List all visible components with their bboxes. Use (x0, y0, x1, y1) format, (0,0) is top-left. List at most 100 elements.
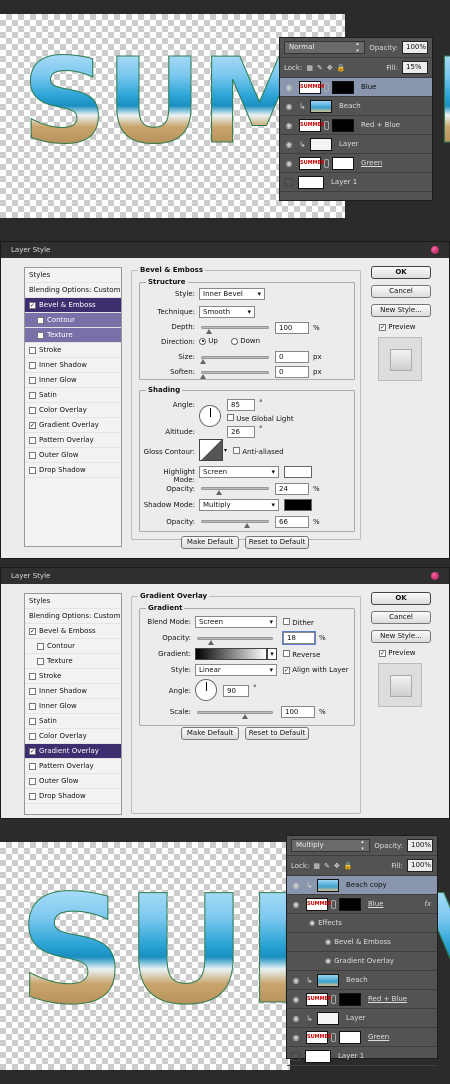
lock-move-icon[interactable]: ✥ (334, 862, 340, 870)
visibility-eye-icon[interactable]: ◉ (289, 992, 303, 1006)
shadow-mode-select[interactable]: Multiply (199, 499, 279, 511)
checkbox-icon[interactable] (37, 316, 44, 324)
checkbox-icon[interactable] (29, 376, 36, 384)
checkbox-icon[interactable] (283, 618, 290, 625)
angle-input[interactable]: 90 (223, 685, 249, 697)
angle-dial[interactable] (199, 405, 221, 427)
technique-select[interactable]: Smooth (199, 306, 255, 318)
layer-row-green[interactable]: ◉ SUMMER Green (287, 1028, 437, 1047)
checkbox-icon[interactable] (29, 762, 36, 770)
reset-to-default-button[interactable]: Reset to Default (245, 727, 309, 740)
slider-knob[interactable] (200, 374, 206, 379)
cancel-button[interactable]: Cancel (371, 611, 431, 624)
layer-row-beach[interactable]: ◉ ↳ Beach (280, 97, 432, 116)
checkbox-checked-icon[interactable]: ✓ (29, 301, 36, 309)
highlight-mode-select[interactable]: Screen (199, 466, 279, 478)
layer-row-beach[interactable]: ◉ ↳ Beach (287, 971, 437, 990)
direction-down-option[interactable]: Down (231, 337, 260, 345)
style-item-bevel-emboss[interactable]: ✓ Bevel & Emboss (25, 298, 121, 313)
layer-row-beach-copy[interactable]: ◉ ↳ Beach copy (287, 876, 437, 895)
style-item-gradient-overlay[interactable]: ✓ Gradient Overlay (25, 744, 121, 759)
checkbox-icon[interactable] (29, 406, 36, 414)
style-item-satin[interactable]: Satin (25, 714, 121, 729)
angle-dial[interactable] (195, 679, 217, 701)
visibility-eye-icon[interactable]: ◉ (282, 156, 296, 170)
checkbox-checked-icon[interactable]: ✓ (283, 667, 290, 674)
opacity-slider[interactable] (197, 637, 273, 645)
scale-input[interactable]: 100 (281, 706, 315, 718)
slider-knob[interactable] (242, 714, 248, 719)
slider-knob[interactable] (208, 640, 214, 645)
style-item-pattern-overlay[interactable]: Pattern Overlay (25, 433, 121, 448)
preview-option[interactable]: ✓ Preview (379, 649, 415, 657)
anti-aliased-option[interactable]: Anti-aliased (233, 447, 284, 456)
style-item-stroke[interactable]: Stroke (25, 343, 121, 358)
style-item-inner-glow[interactable]: Inner Glow (25, 699, 121, 714)
fill-input[interactable]: 100% (407, 859, 433, 872)
altitude-input[interactable]: 26 (227, 426, 255, 438)
opacity-input[interactable]: 100% (407, 839, 433, 852)
blend-mode-select[interactable]: Screen (195, 616, 277, 628)
slider-knob[interactable] (206, 329, 212, 334)
checkbox-icon[interactable] (29, 687, 36, 695)
checkbox-icon[interactable] (29, 717, 36, 725)
style-item-gradient-overlay[interactable]: ✓ Gradient Overlay (25, 418, 121, 433)
checkbox-checked-icon[interactable]: ✓ (379, 324, 386, 331)
ok-button[interactable]: OK (371, 266, 431, 279)
lock-brush-icon[interactable]: ✎ (324, 862, 330, 870)
visibility-eye-icon[interactable]: ◉ (289, 878, 303, 892)
styles-header[interactable]: Styles (25, 268, 121, 283)
style-item-inner-shadow[interactable]: Inner Shadow (25, 358, 121, 373)
reverse-option[interactable]: Reverse (283, 650, 320, 659)
style-item-drop-shadow[interactable]: Drop Shadow (25, 789, 121, 804)
style-item-contour[interactable]: Contour (25, 639, 121, 654)
chevron-down-icon[interactable]: ▾ (224, 447, 227, 454)
preview-option[interactable]: ✓ Preview (379, 323, 415, 331)
style-item-color-overlay[interactable]: Color Overlay (25, 729, 121, 744)
visibility-eye-icon[interactable]: ◉ (289, 897, 303, 911)
lock-all-icon[interactable]: 🔒 (344, 862, 353, 870)
checkbox-icon[interactable] (233, 447, 240, 454)
visibility-eye-icon[interactable]: ◉ (282, 80, 296, 94)
layer-row-layer[interactable]: ◉ ↳ Layer (280, 135, 432, 154)
highlight-opacity-slider[interactable] (201, 487, 269, 495)
radio-icon[interactable] (231, 337, 238, 345)
style-item-outer-glow[interactable]: Outer Glow (25, 448, 121, 463)
shadow-opacity-slider[interactable] (201, 520, 269, 528)
style-item-outer-glow[interactable]: Outer Glow (25, 774, 121, 789)
make-default-button[interactable]: Make Default (181, 536, 239, 549)
reset-to-default-button[interactable]: Reset to Default (245, 536, 309, 549)
gradient-style-select[interactable]: Linear (195, 664, 277, 676)
checkbox-checked-icon[interactable]: ✓ (29, 421, 36, 429)
checkbox-checked-icon[interactable]: ✓ (379, 650, 386, 657)
lock-move-icon[interactable]: ✥ (327, 64, 333, 72)
checkbox-icon[interactable] (37, 642, 44, 650)
highlight-opacity-input[interactable]: 24 (275, 483, 309, 495)
checkbox-icon[interactable] (29, 672, 36, 680)
checkbox-icon[interactable] (283, 650, 290, 657)
style-item-color-overlay[interactable]: Color Overlay (25, 403, 121, 418)
visibility-eye-icon[interactable]: ◉ (282, 99, 296, 113)
slider-knob[interactable] (244, 523, 250, 528)
layer-row-layer-1[interactable]: Layer 1 (287, 1047, 437, 1066)
checkbox-checked-icon[interactable]: ✓ (29, 747, 36, 755)
checkbox-checked-icon[interactable]: ✓ (29, 627, 36, 635)
close-icon[interactable] (431, 246, 439, 254)
blending-options-item[interactable]: Blending Options: Custom (25, 283, 121, 298)
checkbox-icon[interactable] (29, 361, 36, 369)
direction-up-option[interactable]: Up (199, 337, 218, 345)
soften-input[interactable]: 0 (275, 366, 309, 378)
style-item-texture[interactable]: Texture (25, 654, 121, 669)
layer-row-layer[interactable]: ◉ ↳ Layer (287, 1009, 437, 1028)
style-item-stroke[interactable]: Stroke (25, 669, 121, 684)
style-item-texture[interactable]: Texture (25, 328, 121, 343)
opacity-input[interactable]: 100% (402, 41, 428, 54)
style-item-drop-shadow[interactable]: Drop Shadow (25, 463, 121, 478)
style-item-inner-shadow[interactable]: Inner Shadow (25, 684, 121, 699)
align-with-layer-option[interactable]: ✓ Align with Layer (283, 666, 349, 674)
scale-slider[interactable] (197, 711, 273, 719)
visibility-toggle-empty[interactable] (284, 177, 293, 187)
visibility-eye-icon[interactable]: ◉ (289, 1030, 303, 1044)
blend-mode-select[interactable]: Multiply (291, 839, 371, 853)
layer-row-blue[interactable]: ◉ SUMMER Blue (280, 78, 432, 97)
